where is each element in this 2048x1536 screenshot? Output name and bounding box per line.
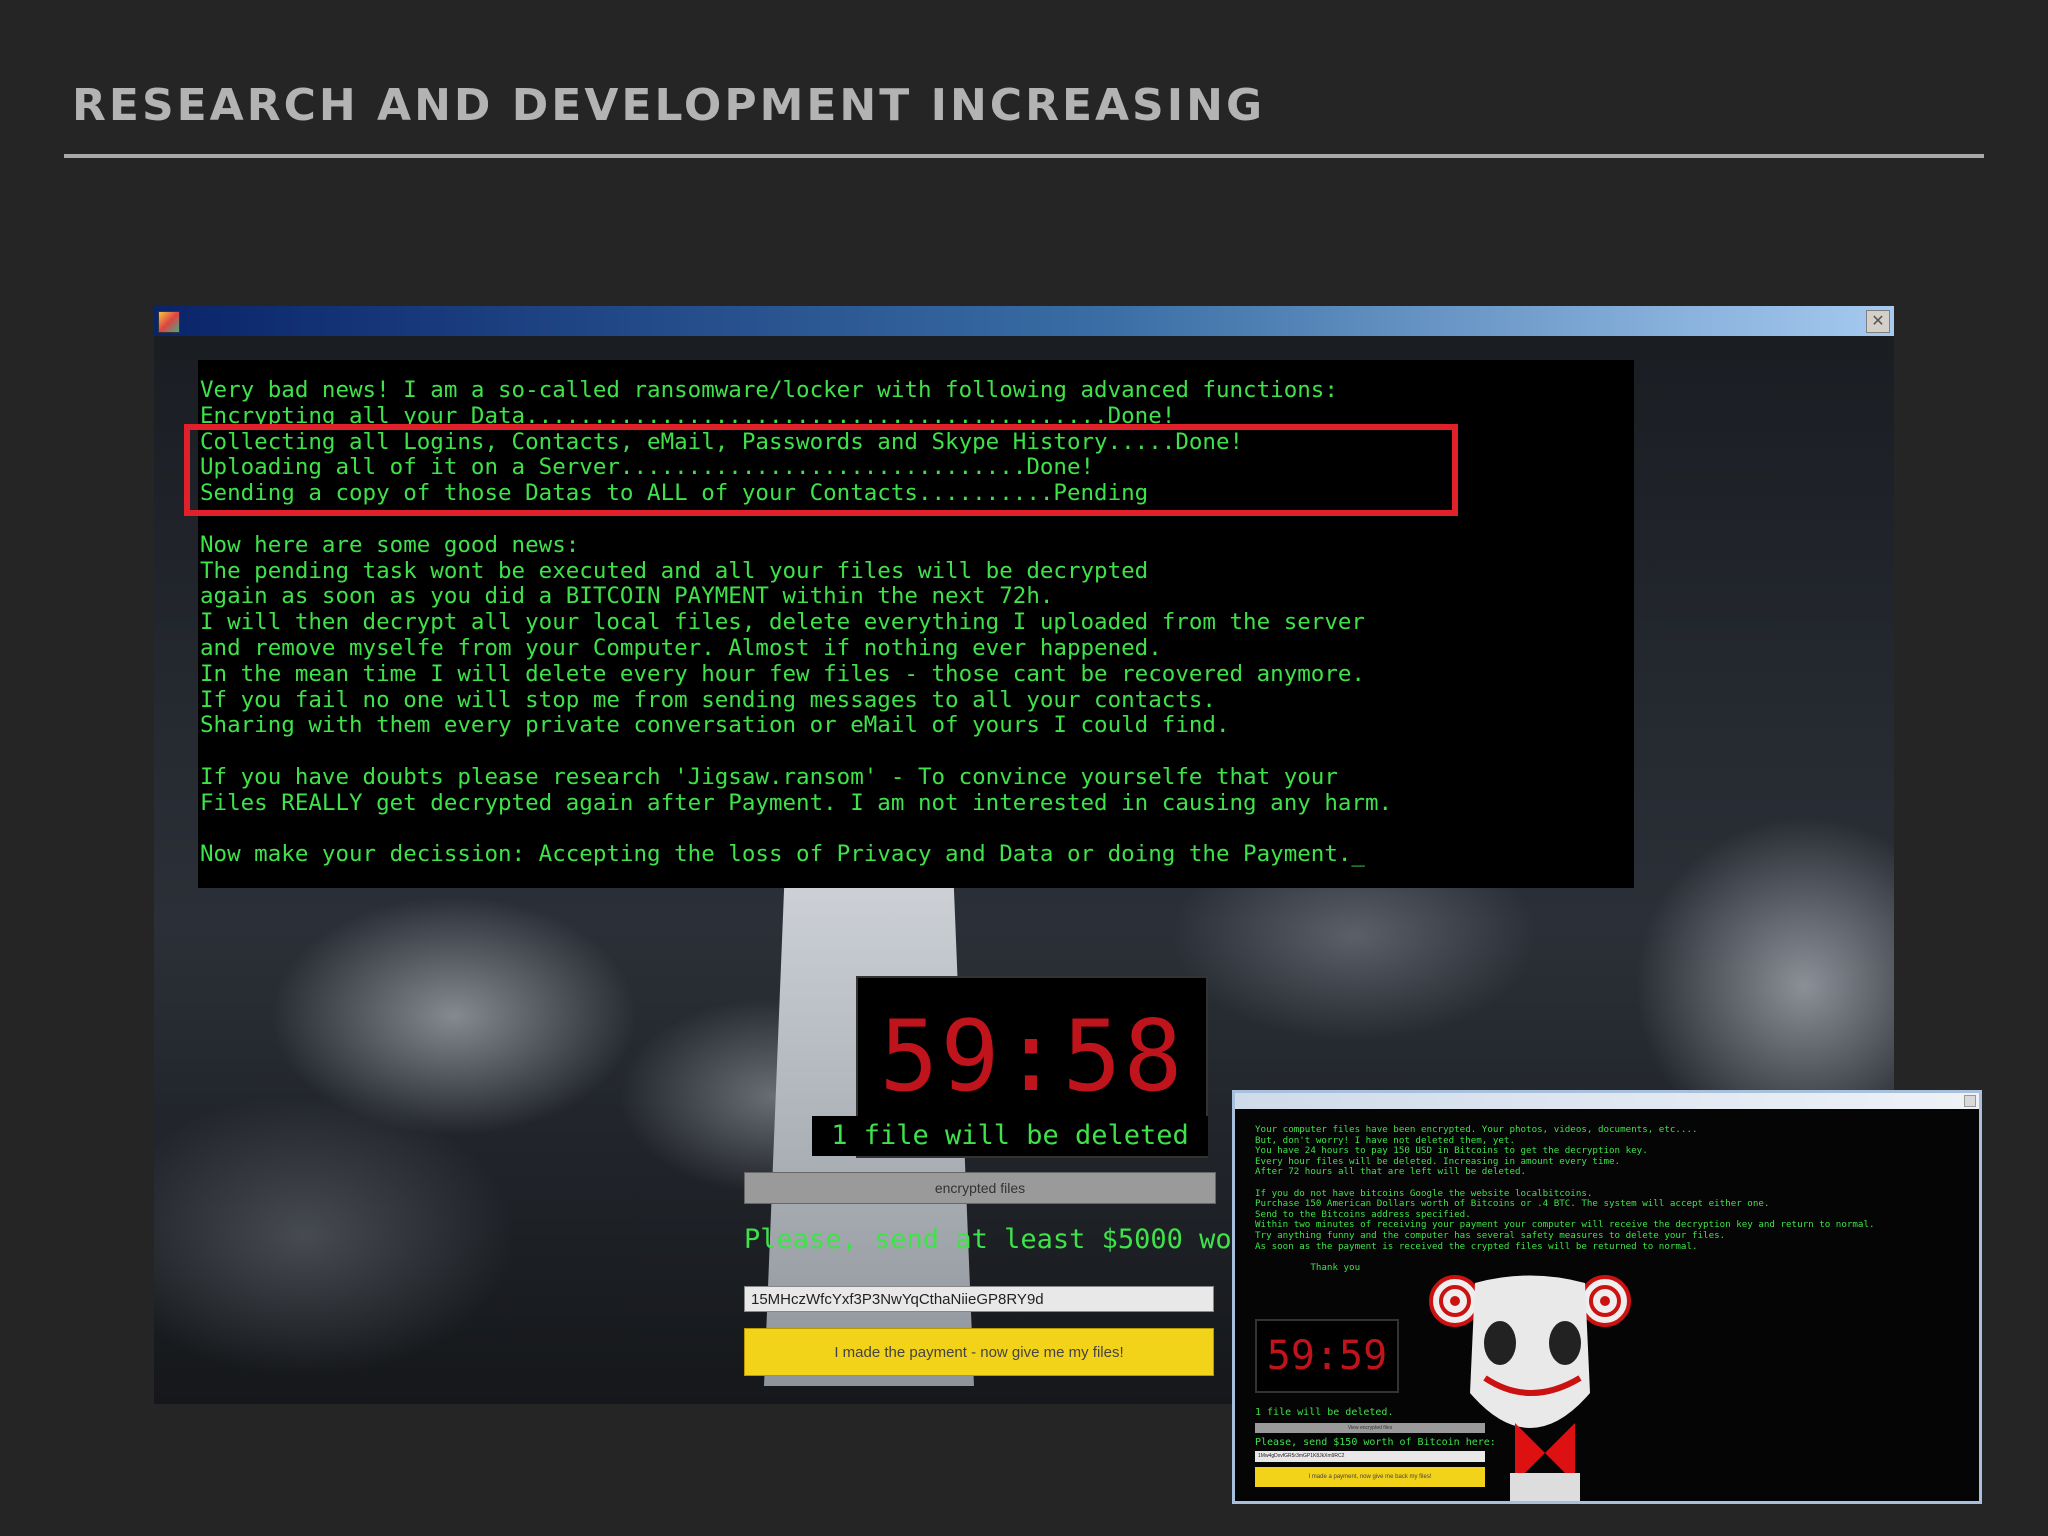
inset-ransomware-window: Your computer files have been encrypted.… bbox=[1232, 1090, 1982, 1504]
window-titlebar[interactable]: ✕ bbox=[154, 306, 1894, 336]
inset-ransom-message: Your computer files have been encrypted.… bbox=[1255, 1124, 1875, 1273]
payment-instruction: Please, send at least $5000 wo bbox=[744, 1224, 1232, 1255]
payment-confirm-button[interactable]: I made the payment - now give me my file… bbox=[744, 1328, 1214, 1376]
bitcoin-address-field[interactable] bbox=[744, 1286, 1214, 1312]
countdown-timer: 59:58 bbox=[879, 1000, 1185, 1114]
inset-close-button[interactable] bbox=[1964, 1095, 1976, 1107]
inset-countdown-panel: 59:59 bbox=[1255, 1319, 1399, 1393]
close-button[interactable]: ✕ bbox=[1866, 310, 1890, 333]
app-icon bbox=[158, 311, 180, 333]
inset-payment-confirm-button[interactable]: I made a payment, now give me back my fi… bbox=[1255, 1467, 1485, 1487]
slide-title: RESEARCH AND DEVELOPMENT INCREASING bbox=[72, 80, 1266, 131]
title-divider bbox=[64, 154, 1984, 158]
file-deletion-warning: 1 file will be deleted bbox=[812, 1116, 1208, 1156]
highlight-annotation bbox=[184, 424, 1458, 516]
inset-payment-instruction: Please, send $150 worth of Bitcoin here: bbox=[1255, 1437, 1496, 1448]
inset-bitcoin-address-field[interactable]: 1Mw4gDxvfGR5r3mGP1K8JkXm9RC2 bbox=[1255, 1451, 1485, 1462]
encrypted-files-button[interactable]: encrypted files bbox=[744, 1172, 1216, 1204]
inset-titlebar[interactable] bbox=[1235, 1093, 1979, 1109]
inset-file-deletion-warning: 1 file will be deleted. bbox=[1255, 1407, 1394, 1418]
inset-countdown-timer: 59:59 bbox=[1266, 1333, 1388, 1379]
inset-view-files-button[interactable]: View encrypted files bbox=[1255, 1423, 1485, 1433]
